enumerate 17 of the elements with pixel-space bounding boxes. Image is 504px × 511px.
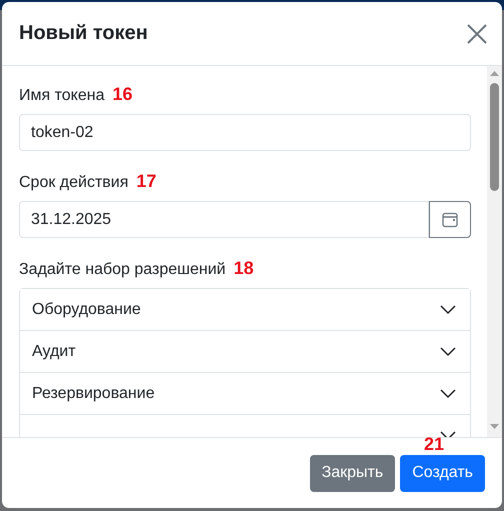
- accordion-item[interactable]: Оборудование: [20, 289, 470, 331]
- annotation-number: 21: [424, 434, 444, 455]
- calendar-button[interactable]: [429, 201, 471, 238]
- field-label: Имя токена: [19, 87, 104, 105]
- close-button[interactable]: [466, 22, 488, 44]
- date-field[interactable]: 31.12.2025: [19, 201, 429, 238]
- scrollbar[interactable]: [487, 66, 502, 437]
- close-dialog-button[interactable]: Закрыть: [310, 454, 396, 492]
- field-label: Срок действия: [19, 174, 128, 192]
- dialog-title: Новый токен: [19, 22, 148, 45]
- create-button[interactable]: Создать: [400, 454, 485, 492]
- calendar-icon: [442, 212, 458, 228]
- annotation-number: 16: [112, 84, 132, 105]
- field-label: Задайте набор разрешений: [19, 261, 226, 279]
- text-field[interactable]: token-02: [19, 114, 471, 151]
- annotation-number: 18: [234, 258, 254, 279]
- annotation-number: 17: [136, 171, 156, 192]
